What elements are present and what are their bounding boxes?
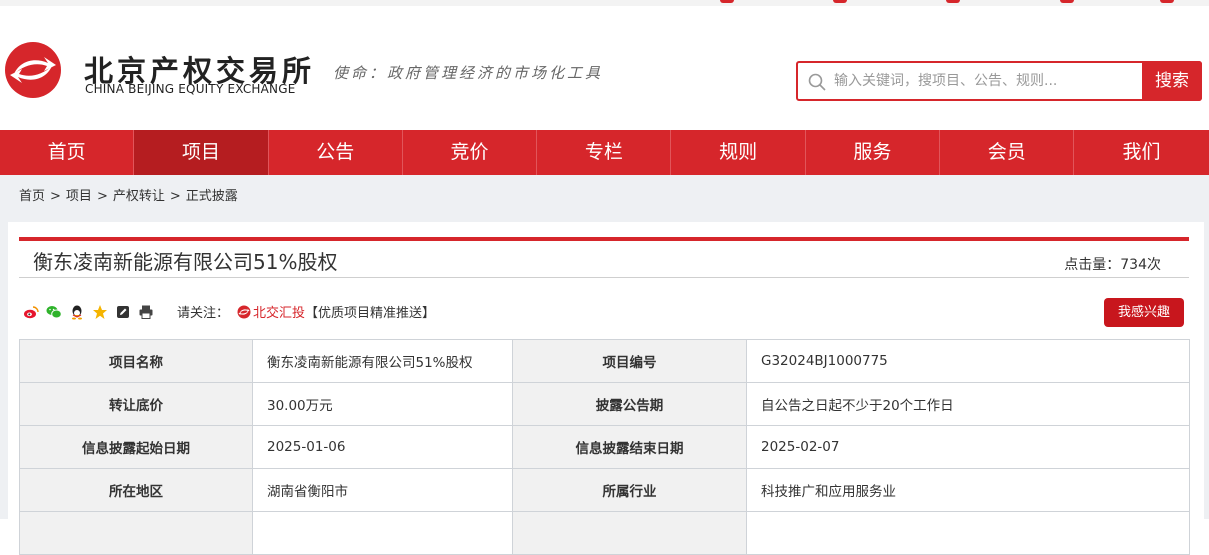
table-value-cell: 自公告之日起不少于20个工作日: [746, 382, 1190, 426]
table-row: 所在地区 湖南省衡阳市 所属行业 科技推广和应用服务业: [19, 468, 1190, 512]
table-key-cell: 所属行业: [512, 468, 747, 512]
project-title: 衡东凌南新能源有限公司51%股权: [33, 250, 338, 274]
bj-follow-link[interactable]: 北交汇投: [237, 302, 305, 321]
table-row: [19, 511, 1190, 555]
qq-icon[interactable]: [69, 304, 85, 320]
follow-bar: 请关注： 北交汇投 【优质项目精准推送】: [177, 302, 435, 321]
nav-item-about-us[interactable]: 我们: [1074, 130, 1208, 175]
title-divider: [19, 277, 1189, 278]
table-value-cell-empty: [252, 511, 513, 555]
wechat-icon[interactable]: [46, 304, 62, 320]
breadcrumb: 首页 > 项目 > 产权转让 > 正式披露: [19, 185, 238, 204]
table-value-cell: 2025-02-07: [746, 425, 1190, 469]
table-key-cell: 所在地区: [19, 468, 253, 512]
table-key-cell: 项目编号: [512, 339, 747, 383]
breadcrumb-equity-transfer[interactable]: 产权转让: [113, 189, 165, 204]
breadcrumb-formal-disclosure: 正式披露: [185, 189, 238, 204]
breadcrumb-home[interactable]: 首页: [19, 189, 45, 204]
table-key-cell: 信息披露结束日期: [512, 425, 747, 469]
bj-follow-link-text: 北交汇投: [253, 306, 306, 321]
table-key-cell: 信息披露起始日期: [19, 425, 253, 469]
nav-item-columns[interactable]: 专栏: [537, 130, 672, 175]
table-key-cell-empty: [512, 511, 747, 555]
favorite-star-icon[interactable]: [92, 304, 108, 320]
table-key-cell-empty: [19, 511, 253, 555]
nav-item-announcements[interactable]: 公告: [269, 130, 403, 175]
cbex-logo-icon[interactable]: [4, 41, 62, 99]
search-input[interactable]: [834, 69, 1134, 93]
breadcrumb-separator: >: [50, 189, 61, 204]
table-key-cell: 转让底价: [19, 382, 253, 426]
logo-english-name: CHINA BEIJING EQUITY EXCHANGE: [85, 82, 296, 96]
table-value-cell: 30.00万元: [252, 382, 513, 426]
nav-item-services[interactable]: 服务: [806, 130, 941, 175]
nav-item-home[interactable]: 首页: [0, 130, 135, 175]
search-icon: [808, 73, 826, 91]
title-accent-line: [19, 237, 1189, 241]
table-value-cell: 科技推广和应用服务业: [746, 468, 1190, 512]
breadcrumb-separator: >: [169, 189, 181, 204]
click-count: 点击量：734次: [1064, 257, 1161, 273]
table-value-cell: 2025-01-06: [252, 425, 513, 469]
table-key-cell: 披露公告期: [512, 382, 747, 426]
slogan: 使命：政府管理经济的市场化工具: [333, 64, 604, 82]
main-nav: 首页 项目 公告 竞价 专栏 规则 服务 会员 我们: [0, 130, 1209, 175]
share-bar: [23, 303, 161, 321]
nav-item-bidding[interactable]: 竞价: [403, 130, 538, 175]
print-icon[interactable]: [138, 304, 154, 320]
table-key-cell: 项目名称: [19, 339, 253, 383]
nav-item-rules[interactable]: 规则: [671, 130, 806, 175]
bj-follow-suffix: 【优质项目精准推送】: [305, 306, 436, 321]
table-row: 项目名称 衡东凌南新能源有限公司51%股权 项目编号 G32024BJ10007…: [19, 339, 1190, 383]
search-button[interactable]: 搜索: [1142, 61, 1202, 101]
weibo-icon[interactable]: [23, 304, 39, 320]
interested-button[interactable]: 我感兴趣: [1104, 298, 1184, 327]
cbex-small-logo-icon: [237, 305, 251, 318]
edit-icon[interactable]: [115, 304, 131, 320]
table-row: 信息披露起始日期 2025-01-06 信息披露结束日期 2025-02-07: [19, 425, 1190, 469]
breadcrumb-projects[interactable]: 项目: [66, 189, 92, 204]
nav-item-members[interactable]: 会员: [940, 130, 1075, 175]
breadcrumb-separator: >: [96, 189, 108, 204]
table-value-cell: 湖南省衡阳市: [252, 468, 513, 512]
table-value-cell: G32024BJ1000775: [746, 339, 1190, 383]
project-info-table: 项目名称 衡东凌南新能源有限公司51%股权 项目编号 G32024BJ10007…: [19, 339, 1190, 555]
search-box: 搜索: [796, 61, 1202, 101]
table-value-cell: 衡东凌南新能源有限公司51%股权: [252, 339, 513, 383]
table-value-cell-empty: [746, 511, 1190, 555]
site-header: 北京产权交易所 CHINA BEIJING EQUITY EXCHANGE 使命…: [0, 6, 1209, 130]
follow-label: 请关注：: [177, 306, 230, 321]
table-row: 转让底价 30.00万元 披露公告期 自公告之日起不少于20个工作日: [19, 382, 1190, 426]
nav-item-projects[interactable]: 项目: [134, 130, 269, 175]
